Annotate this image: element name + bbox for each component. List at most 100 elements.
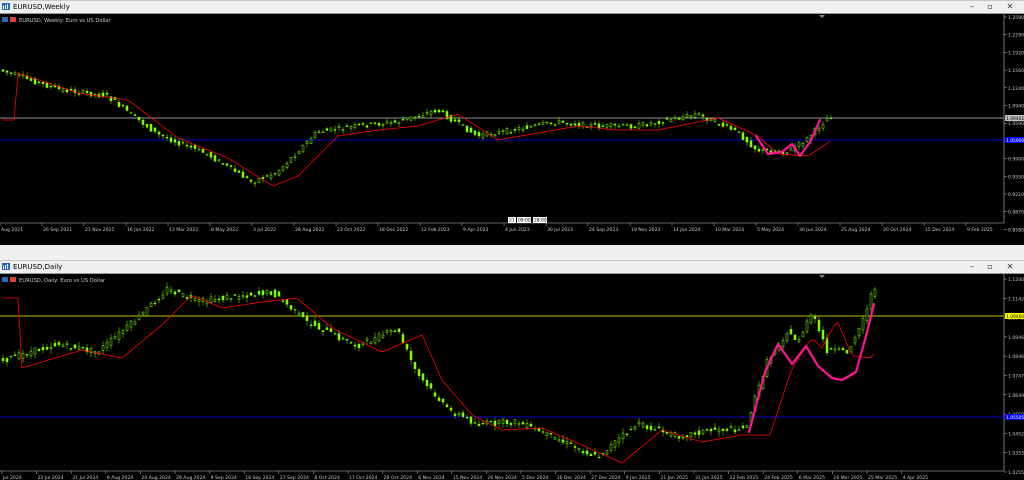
price-tick-label: 1.03535 [1008,451,1024,457]
candle-body [301,144,305,153]
candle-body [349,126,353,129]
candle-body [581,121,585,127]
candle-body [581,451,585,454]
candle-body [801,142,805,147]
candle-body [197,148,201,151]
candle-body [677,118,681,121]
date-tick-label: 9 Jan 2025 [626,475,651,480]
date-tick-label: 3 Jul 2022 [253,227,276,233]
candle-body [473,422,477,425]
date-tick-label: 20 Oct 2024 [883,227,911,233]
candle-body [633,126,637,129]
weekly-chart-window[interactable]: EURUSD,Weekly – ▫ ✕ EURUSD, Weekly: Euro… [0,0,1024,245]
candle-body [233,168,237,172]
candle-body [165,287,169,295]
daily-titlebar[interactable]: EURUSD,Daily – ▫ ✕ [0,261,1024,274]
minimize-button[interactable]: – [965,262,979,272]
price-tick-label: 1.08460 [1008,354,1024,360]
candle-body [461,412,465,417]
candle-body [213,299,217,302]
daily-chart-window[interactable]: EURUSD,Daily – ▫ ✕ EURUSD, Daily: Euro v… [0,260,1024,480]
candle-body [569,442,573,444]
candle-body [521,422,525,425]
candle-body [457,119,461,123]
candle-body [573,123,577,126]
candle-body [157,298,161,301]
candle-body [25,354,29,356]
candle-body [269,174,273,179]
candle-body [529,423,533,427]
candle-body [541,122,545,125]
candle-body [261,177,265,179]
candle-body [841,348,845,350]
maximize-button[interactable]: ▫ [983,2,997,12]
candle-body [677,436,681,439]
symbol-icon [2,17,8,22]
candle-body [649,122,653,125]
candle-body [525,423,529,428]
candle-body [381,124,385,127]
candle-body [417,369,421,376]
candle-body [353,344,357,347]
candle-body [561,439,565,443]
weekly-titlebar[interactable]: EURUSD,Weekly – ▫ ✕ [0,1,1024,14]
candle-body [329,328,333,333]
candle-body [693,432,697,435]
candle-body [449,407,453,411]
date-tick-label: 8 Oct 2024 [314,475,340,480]
candle-body [41,347,45,351]
candle-body [409,350,413,361]
candle-body [461,124,465,126]
weekly-chart-canvas[interactable]: EURUSD, Weekly: Euro vs US Dollar 1.25900… [0,14,1024,245]
candle-body [625,124,629,126]
price-tick-label: 1.09400 [1008,104,1024,110]
candle-body [497,419,501,424]
candle-body [361,123,365,125]
candle-body [333,333,337,335]
candle-body [37,348,41,352]
candle-body [5,70,9,73]
symbol-icon [2,277,8,282]
candle-body [149,124,153,132]
price-tick-label: 0.88700 [1008,210,1024,216]
candle-body [825,117,829,122]
candle-body [77,93,81,95]
minimize-button[interactable]: – [965,2,979,12]
date-tick-label: 27 Sep 2024 [280,475,309,480]
candle-body [821,123,825,129]
candle-body [721,428,725,431]
candle-body [137,314,141,320]
candle-body [45,347,49,350]
candle-body [285,162,289,168]
candle-body [373,122,377,124]
candle-body [273,289,277,298]
candle-body [553,436,557,440]
candle-body [397,328,401,332]
candle-body [433,109,437,113]
candle-body [1,69,5,72]
close-button[interactable]: ✕ [1003,2,1017,12]
candle-body [469,127,473,133]
maximize-button[interactable]: ▫ [983,262,997,272]
candle-body [793,334,797,341]
candle-body [509,132,513,134]
candle-body [789,147,793,151]
candle-body [661,122,665,124]
candle-body [137,116,141,121]
candle-body [725,428,729,431]
support-level-badge-label: 1.05900 [1006,138,1024,144]
candle-body [185,297,189,299]
close-button[interactable]: ✕ [1003,262,1017,272]
candle-body [61,88,65,92]
candle-body [517,127,521,130]
candle-body [393,330,397,333]
candle-body [505,128,509,134]
candle-body [477,132,481,137]
candle-body [237,296,241,300]
candle-body [369,122,373,124]
candle-body [81,90,85,93]
candle-body [621,123,625,126]
price-tick-label: 1.15600 [1008,68,1024,74]
daily-chart-canvas[interactable]: EURUSD, Daily: Euro vs US Dollar 1.12405 1… [0,274,1024,480]
date-tick-label: 5 May 2024 [757,227,784,233]
